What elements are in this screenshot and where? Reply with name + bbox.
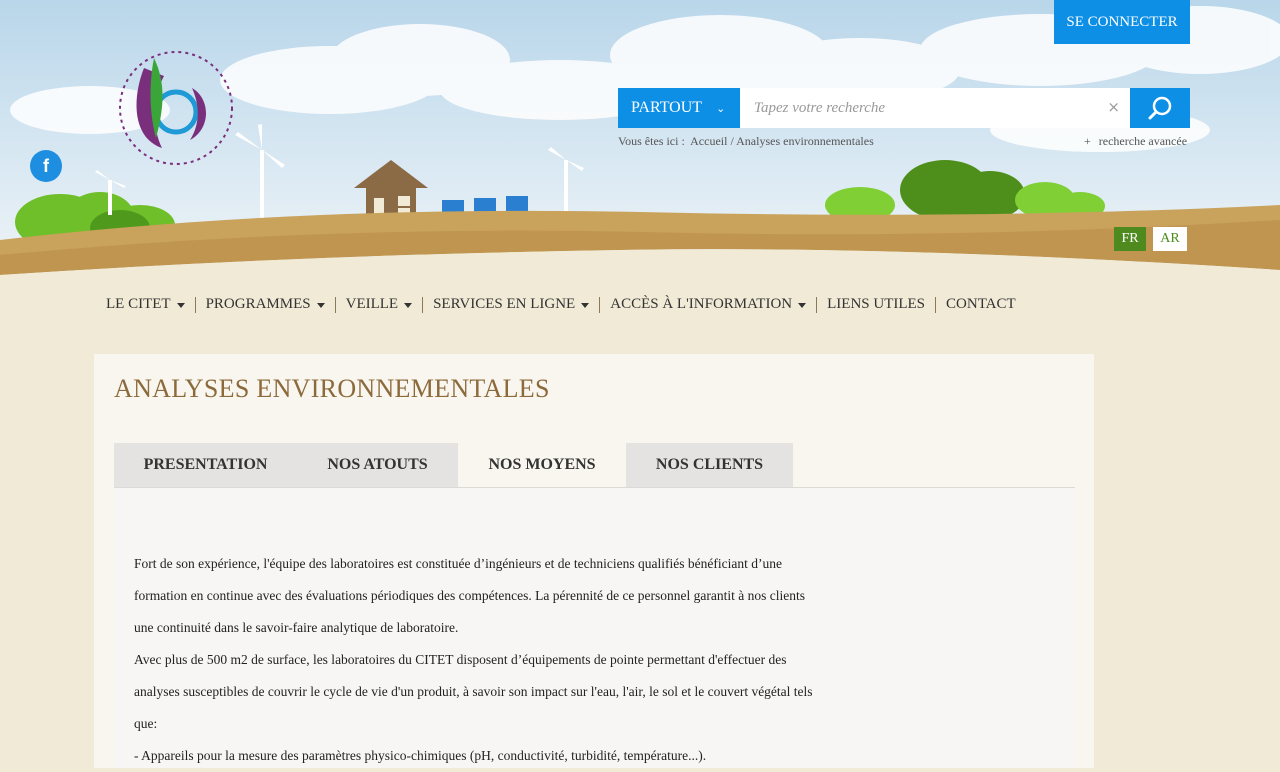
content-line: que: — [134, 716, 158, 731]
nav-item-programmes[interactable]: PROGRAMMES — [200, 296, 335, 313]
main-navigation: LE CITET PROGRAMMES VEILLE SERVICES EN L… — [100, 296, 1026, 313]
login-button[interactable]: SE CONNECTER — [1054, 0, 1190, 44]
content-line: - Appareils pour la mesure des paramètre… — [134, 748, 707, 763]
advanced-search-link[interactable]: + recherche avancée — [1084, 134, 1187, 149]
nav-item-le-citet[interactable]: LE CITET — [100, 296, 195, 313]
search-icon — [1148, 96, 1172, 120]
nav-item-label: SERVICES EN LIGNE — [433, 296, 576, 312]
breadcrumb-current: Analyses environnementales — [736, 134, 874, 148]
nav-item-label: LE CITET — [106, 296, 171, 312]
citet-logo[interactable] — [92, 28, 252, 178]
content-line: Avec plus de 500 m2 de surface, les labo… — [134, 652, 787, 667]
tab-content: Fort de son expérience, l'équipe des lab… — [114, 488, 1075, 768]
nav-item-contact[interactable]: CONTACT — [940, 296, 1026, 313]
content-line: Fort de son expérience, l'équipe des lab… — [134, 556, 782, 571]
nav-item-label: VEILLE — [345, 296, 399, 312]
nav-separator — [334, 296, 336, 313]
caret-down-icon — [176, 303, 185, 308]
advanced-search-label: recherche avancée — [1098, 134, 1188, 148]
breadcrumb: Vous êtes ici : Accueil / Analyses envir… — [618, 134, 874, 149]
tab-nos-atouts[interactable]: NOS ATOUTS — [297, 443, 458, 487]
nav-item-services-en-ligne[interactable]: SERVICES EN LIGNE — [427, 296, 599, 313]
caret-down-icon — [581, 303, 590, 308]
content-line: analyses susceptibles de couvrir le cycl… — [134, 684, 813, 699]
nav-item-label: CONTACT — [946, 296, 1016, 312]
content-panel: ANALYSES ENVIRONNEMENTALES PRESENTATION … — [94, 354, 1094, 768]
nav-separator — [816, 296, 818, 313]
breadcrumb-home-link[interactable]: Accueil — [690, 134, 727, 148]
nav-item-liens-utiles[interactable]: LIENS UTILES — [821, 296, 935, 313]
search-button[interactable] — [1130, 88, 1190, 128]
caret-down-icon — [798, 303, 807, 308]
chevron-down-icon: ⌄ — [716, 101, 726, 115]
nav-item-label: LIENS UTILES — [827, 296, 926, 312]
nav-item-acces-information[interactable]: ACCÈS À L'INFORMATION — [604, 296, 816, 313]
page-title: ANALYSES ENVIRONNEMENTALES — [114, 374, 550, 403]
tab-nos-clients[interactable]: NOS CLIENTS — [626, 443, 793, 487]
search-scope-dropdown[interactable]: PARTOUT ⌄ — [618, 88, 740, 128]
tab-bar: PRESENTATION NOS ATOUTS NOS MOYENS NOS C… — [114, 443, 1075, 488]
nav-item-label: PROGRAMMES — [205, 296, 311, 312]
caret-down-icon — [316, 303, 325, 308]
nav-separator — [599, 296, 601, 313]
search-input[interactable] — [752, 88, 1096, 128]
nav-item-veille[interactable]: VEILLE — [340, 296, 422, 313]
content-line: formation en continue avec des évaluatio… — [134, 588, 805, 603]
plus-icon: + — [1084, 134, 1091, 148]
search-bar: PARTOUT ⌄ × — [618, 88, 1190, 128]
breadcrumb-separator: / — [730, 134, 734, 148]
nav-separator — [422, 296, 424, 313]
nav-separator — [194, 296, 196, 313]
caret-down-icon — [404, 303, 413, 308]
nav-item-label: ACCÈS À L'INFORMATION — [610, 296, 793, 312]
header-banner: f SE CONNECTER PARTOUT ⌄ × Vous êtes ici… — [0, 0, 1280, 290]
breadcrumb-prefix: Vous êtes ici : — [618, 134, 685, 148]
clear-icon[interactable]: × — [1107, 98, 1120, 116]
content-line: une continuité dans le savoir-faire anal… — [134, 620, 459, 635]
search-scope-label: PARTOUT — [631, 99, 703, 116]
language-ar-button[interactable]: AR — [1153, 227, 1187, 251]
tab-nos-moyens[interactable]: NOS MOYENS — [458, 443, 626, 487]
search-field-wrapper: × — [740, 88, 1130, 128]
tab-presentation[interactable]: PRESENTATION — [114, 443, 297, 487]
nav-separator — [935, 296, 937, 313]
language-fr-button[interactable]: FR — [1114, 227, 1146, 251]
facebook-icon[interactable]: f — [30, 150, 62, 182]
